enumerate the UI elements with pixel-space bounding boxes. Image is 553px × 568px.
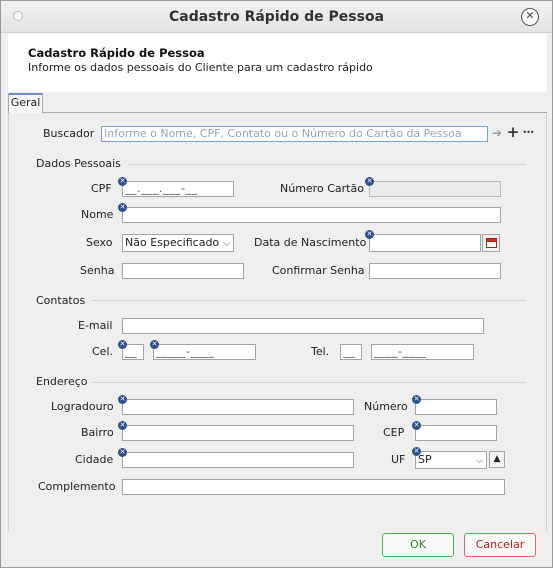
dialog-header: Cadastro Rápido de Pessoa Informe os dad…: [8, 34, 547, 92]
add-person-icon[interactable]: +: [505, 125, 521, 141]
ok-button[interactable]: OK: [382, 533, 454, 557]
dialog-window: Cadastro Rápido de Pessoa ✕ Cadastro Ráp…: [0, 0, 553, 568]
birth-date-field[interactable]: [369, 234, 481, 252]
window-title: Cadastro Rápido de Pessoa: [168, 9, 385, 25]
district-field[interactable]: [122, 425, 354, 441]
section-divider: [92, 382, 526, 383]
required-icon: ✕: [118, 203, 127, 212]
cel-number-field[interactable]: _____-____: [153, 344, 256, 360]
sex-label: Sexo: [86, 236, 113, 249]
complement-field[interactable]: [122, 479, 505, 495]
name-field[interactable]: [122, 207, 501, 223]
required-icon: ✕: [412, 447, 421, 456]
uf-select[interactable]: SP ⌵: [415, 451, 487, 469]
uf-up-button[interactable]: ▲: [489, 451, 505, 468]
triangle-up-icon: ▲: [493, 454, 501, 464]
required-icon: ✕: [118, 421, 127, 430]
required-icon: ✕: [118, 395, 127, 404]
section-divider: [129, 164, 526, 165]
required-icon: ✕: [365, 177, 374, 186]
tel-label: Tel.: [311, 345, 330, 358]
required-icon: ✕: [412, 421, 421, 430]
header-title: Cadastro Rápido de Pessoa: [28, 46, 205, 60]
close-icon[interactable]: ✕: [521, 8, 539, 26]
calendar-button[interactable]: [482, 234, 500, 252]
card-number-field[interactable]: [369, 181, 501, 197]
search-go-icon[interactable]: ➔: [489, 126, 505, 142]
section-contatos: Contatos: [36, 294, 86, 307]
number-field[interactable]: [415, 399, 497, 415]
number-label: Número: [364, 400, 408, 413]
sex-selected-value: Não Especificado: [125, 236, 220, 249]
email-label: E-mail: [78, 319, 113, 332]
calendar-icon: [486, 238, 497, 248]
section-dados-pessoais: Dados Pessoais: [36, 157, 121, 170]
birth-date-label: Data de Nascimento: [254, 236, 367, 249]
uf-label: UF: [391, 453, 406, 466]
tab-active-indicator: [9, 93, 42, 95]
uf-selected-value: SP: [418, 453, 432, 466]
street-field[interactable]: [122, 399, 354, 415]
chevron-down-icon: ⌵: [476, 456, 483, 466]
required-icon: ✕: [118, 177, 127, 186]
cpf-field[interactable]: __.___.___-__: [122, 181, 234, 197]
password-field[interactable]: [122, 263, 244, 279]
email-field[interactable]: [122, 318, 484, 334]
confirm-password-field[interactable]: [369, 263, 501, 279]
cpf-label: CPF: [91, 182, 112, 195]
search-placeholder: Informe o Nome, CPF, Contato ou o Número…: [104, 127, 462, 140]
district-label: Bairro: [81, 426, 114, 439]
card-number-label: Número Cartão: [280, 182, 364, 195]
name-label: Nome: [81, 208, 114, 221]
confirm-password-label: Confirmar Senha: [272, 264, 365, 277]
sex-select[interactable]: Não Especificado ⌵: [122, 234, 234, 252]
header-subtitle: Informe os dados pessoais do Cliente par…: [28, 61, 373, 74]
tab-geral[interactable]: Geral: [8, 93, 43, 113]
tel-ddd-field[interactable]: __: [340, 344, 362, 360]
chevron-down-icon: ⌵: [223, 239, 230, 249]
required-icon: ✕: [365, 230, 374, 239]
cel-label: Cel.: [92, 345, 114, 358]
tel-number-field[interactable]: ____-____: [371, 344, 474, 360]
required-icon: ✕: [150, 340, 159, 349]
tab-label: Geral: [10, 96, 41, 109]
section-divider: [92, 300, 526, 301]
city-field[interactable]: [122, 452, 354, 468]
search-label: Buscador: [43, 127, 95, 140]
more-options-icon[interactable]: •••: [520, 125, 536, 141]
street-label: Logradouro: [51, 400, 114, 413]
section-endereco: Endereço: [36, 375, 88, 388]
cep-field[interactable]: [415, 425, 497, 441]
required-icon: ✕: [118, 448, 127, 457]
required-icon: ✕: [412, 395, 421, 404]
city-label: Cidade: [75, 453, 114, 466]
search-input[interactable]: Informe o Nome, CPF, Contato ou o Número…: [101, 126, 488, 142]
password-label: Senha: [80, 264, 115, 277]
title-bar[interactable]: Cadastro Rápido de Pessoa ✕: [1, 1, 552, 33]
cancel-button[interactable]: Cancelar: [464, 533, 536, 557]
required-icon: ✕: [118, 340, 127, 349]
complement-label: Complemento: [38, 480, 116, 493]
cep-label: CEP: [383, 426, 405, 439]
